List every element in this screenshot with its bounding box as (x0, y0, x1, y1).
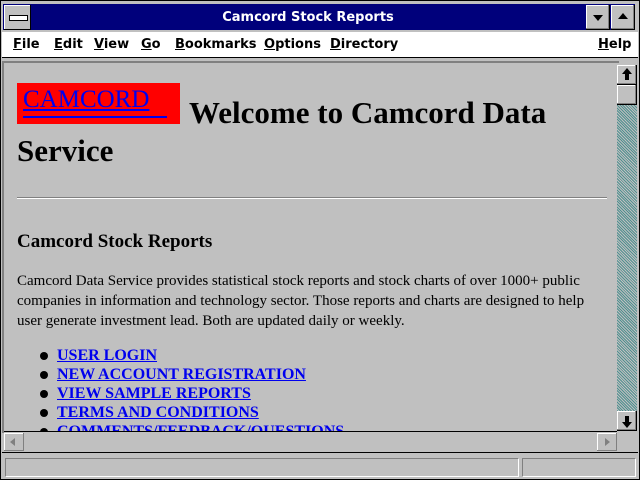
maximize-arrow (618, 13, 628, 19)
content-frame: CAMCORD Welcome to Camcord Data Service … (2, 61, 619, 433)
menu-bookmarks[interactable]: Bookmarks (175, 37, 257, 52)
user-login-link[interactable]: USER LOGIN (57, 346, 157, 365)
menu-edit[interactable]: Edit (54, 37, 83, 52)
arrow-up-stem (625, 74, 629, 80)
horizontal-rule (17, 197, 607, 199)
vertical-scroll-thumb[interactable] (617, 85, 637, 105)
menu-help[interactable]: Help (598, 37, 631, 52)
minimize-icon[interactable] (586, 5, 610, 30)
logo-underline (23, 116, 167, 118)
bullet-icon (40, 390, 48, 398)
system-menu-icon[interactable] (4, 5, 31, 30)
bullet-icon (40, 409, 48, 417)
arrow-right-icon[interactable] (597, 433, 617, 451)
menu-directory[interactable]: Directory (330, 37, 398, 52)
menu-bar: File Edit View Go Bookmarks Options Dire… (2, 32, 638, 58)
maximize-icon[interactable] (611, 5, 635, 30)
vertical-scrollbar[interactable] (617, 65, 637, 431)
window-title: Camcord Stock Reports (222, 10, 394, 25)
intro-paragraph: Camcord Data Service provides statistica… (17, 273, 585, 329)
bullet-icon (40, 371, 48, 379)
logo-link[interactable]: CAMCORD (23, 86, 149, 114)
bullet-icon (40, 352, 48, 360)
scrollbar-corner (617, 431, 637, 451)
system-menu-bar (9, 15, 28, 21)
browser-window: Camcord Stock Reports File Edit View Go … (0, 0, 640, 480)
menu-options[interactable]: Options (264, 37, 321, 52)
page-title-line1: Welcome to Camcord Data (189, 95, 547, 130)
arrow-left-head (10, 438, 15, 446)
menu-view[interactable]: View (94, 37, 129, 52)
arrow-left-icon[interactable] (4, 433, 24, 451)
menu-go[interactable]: Go (141, 37, 161, 52)
progress-panel (522, 458, 636, 477)
comments-link[interactable]: COMMENTS/FEEDBACK/QUESTIONS (57, 422, 344, 431)
arrow-up-icon[interactable] (617, 65, 637, 85)
camcord-logo[interactable]: CAMCORD (17, 83, 180, 124)
arrow-down-head (622, 422, 632, 428)
horizontal-scrollbar[interactable] (4, 431, 617, 452)
terms-link[interactable]: TERMS AND CONDITIONS (57, 403, 259, 422)
page-title-line2: Service (17, 133, 114, 168)
status-text-panel (5, 458, 519, 477)
page-content[interactable]: CAMCORD Welcome to Camcord Data Service … (4, 63, 617, 431)
arrow-right-head (605, 438, 610, 446)
section-title: Camcord Stock Reports (17, 231, 213, 252)
status-bar (2, 452, 638, 479)
new-account-link[interactable]: NEW ACCOUNT REGISTRATION (57, 365, 306, 384)
minimize-arrow (593, 15, 603, 21)
arrow-down-icon[interactable] (617, 411, 637, 431)
sample-reports-link[interactable]: VIEW SAMPLE REPORTS (57, 384, 251, 403)
menu-file[interactable]: File (13, 37, 40, 52)
